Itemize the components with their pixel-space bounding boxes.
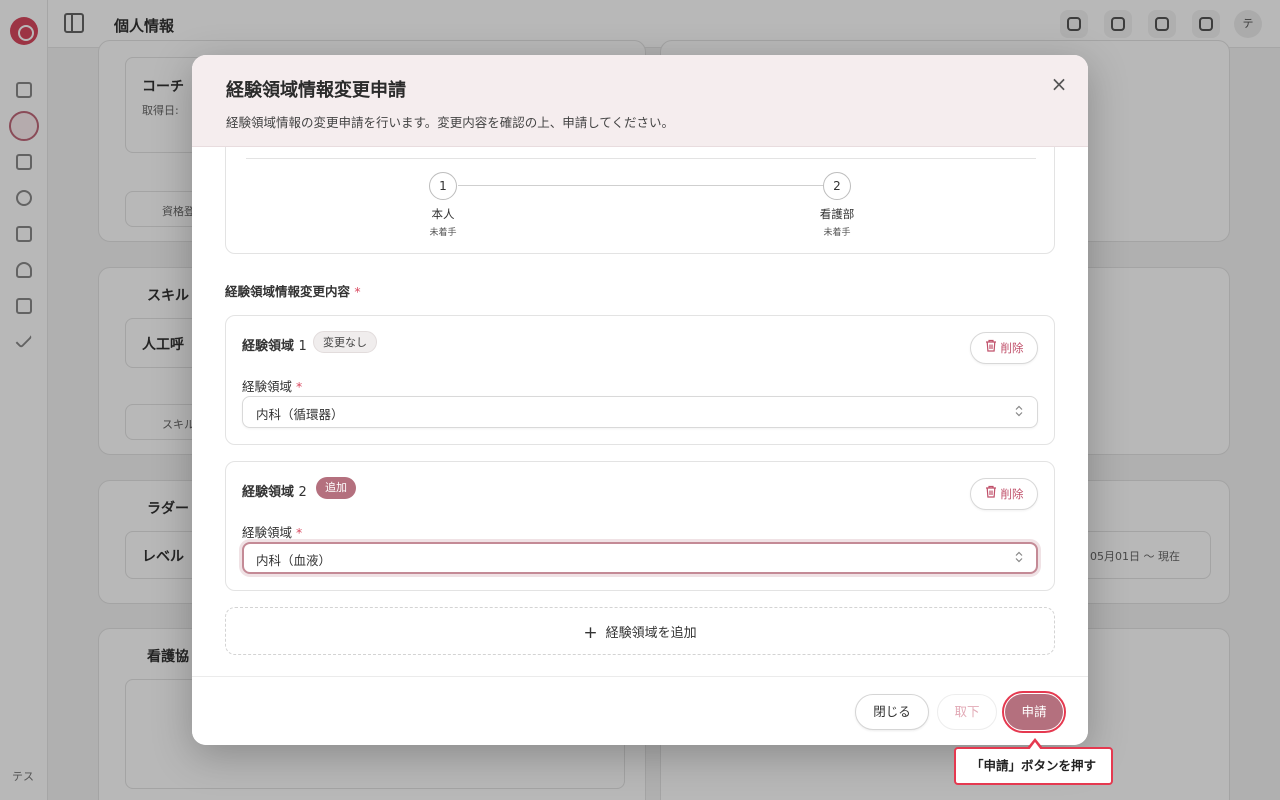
- experience-area-select[interactable]: 内科（血液）: [242, 542, 1038, 574]
- close-button[interactable]: 閉じる: [855, 694, 929, 730]
- add-experience-area-button[interactable]: + 経験領域を追加: [225, 607, 1055, 655]
- area-title: 経験領域 1: [242, 335, 307, 354]
- experience-area-card-2: 経験領域 2 追加 削除 経験領域 * 内科（血液）: [225, 461, 1055, 591]
- trash-icon: [985, 479, 997, 509]
- modal-body[interactable]: 1 本人 未着手 2 看護部 未着手 経験領域情報変更内容 * 経験領域 1 変…: [192, 147, 1088, 677]
- section-label: 経験領域情報変更内容 *: [225, 281, 361, 300]
- area-title-text: 経験領域: [242, 485, 295, 500]
- status-badge: 変更なし: [313, 331, 377, 353]
- add-area-label: 経験領域を追加: [605, 626, 697, 641]
- modal-title: 経験領域情報変更申請: [226, 80, 406, 101]
- flow-step-name: 本人: [431, 207, 455, 221]
- field-label: 経験領域 *: [242, 522, 302, 541]
- experience-area-select[interactable]: 内科（循環器）: [242, 396, 1038, 428]
- required-mark: *: [354, 284, 361, 299]
- select-value: 内科（循環器）: [256, 407, 344, 422]
- experience-area-card-1: 経験領域 1 変更なし 削除 経験領域 * 内科（循環器）: [225, 315, 1055, 445]
- delete-button[interactable]: 削除: [970, 332, 1038, 364]
- field-label: 経験領域 *: [242, 376, 302, 395]
- delete-button-label: 削除: [1000, 341, 1024, 355]
- chevron-updown-icon: [1015, 551, 1023, 565]
- area-number: 2: [298, 485, 307, 500]
- required-mark: *: [296, 525, 303, 540]
- chevron-updown-icon: [1015, 405, 1023, 419]
- modal-description: 経験領域情報の変更申請を行います。変更内容を確認の上、申請してください。: [226, 115, 675, 130]
- flow-step-2: 2 看護部 未着手: [797, 172, 877, 238]
- flow-step-name: 看護部: [819, 207, 855, 221]
- plus-icon: +: [583, 623, 598, 643]
- flow-divider: [246, 158, 1036, 159]
- withdraw-button[interactable]: 取下: [937, 694, 997, 730]
- flow-step-1: 1 本人 未着手: [403, 172, 483, 238]
- delete-button-label: 削除: [1000, 487, 1024, 501]
- close-icon[interactable]: ×: [1047, 72, 1071, 96]
- select-value: 内科（血液）: [256, 553, 332, 568]
- add-area-content: + 経験領域を追加: [226, 622, 1054, 643]
- trash-icon: [985, 333, 997, 363]
- modal-header: 経験領域情報変更申請 経験領域情報の変更申請を行います。変更内容を確認の上、申請…: [192, 55, 1088, 147]
- callout-arrow-inner: [1029, 742, 1041, 750]
- flow-step-number: 2: [823, 172, 851, 200]
- status-badge: 追加: [316, 477, 356, 499]
- field-label-text: 経験領域: [242, 379, 293, 394]
- area-title-text: 経験領域: [242, 339, 295, 354]
- change-request-modal: 経験領域情報変更申請 経験領域情報の変更申請を行います。変更内容を確認の上、申請…: [192, 55, 1088, 745]
- modal-footer: 閉じる 取下 申請: [192, 676, 1088, 745]
- area-number: 1: [298, 339, 307, 354]
- flow-step-number: 1: [429, 172, 457, 200]
- delete-button[interactable]: 削除: [970, 478, 1038, 510]
- field-label-text: 経験領域: [242, 525, 293, 540]
- instruction-callout: 「申請」ボタンを押す: [954, 747, 1113, 785]
- submit-button[interactable]: 申請: [1005, 694, 1063, 730]
- flow-step-status: 未着手: [429, 228, 457, 238]
- flow-connector: [458, 185, 838, 186]
- required-mark: *: [296, 379, 303, 394]
- section-label-text: 経験領域情報変更内容: [225, 284, 351, 299]
- area-title: 経験領域 2: [242, 481, 307, 500]
- flow-step-status: 未着手: [823, 228, 851, 238]
- approval-flow: 1 本人 未着手 2 看護部 未着手: [225, 147, 1055, 254]
